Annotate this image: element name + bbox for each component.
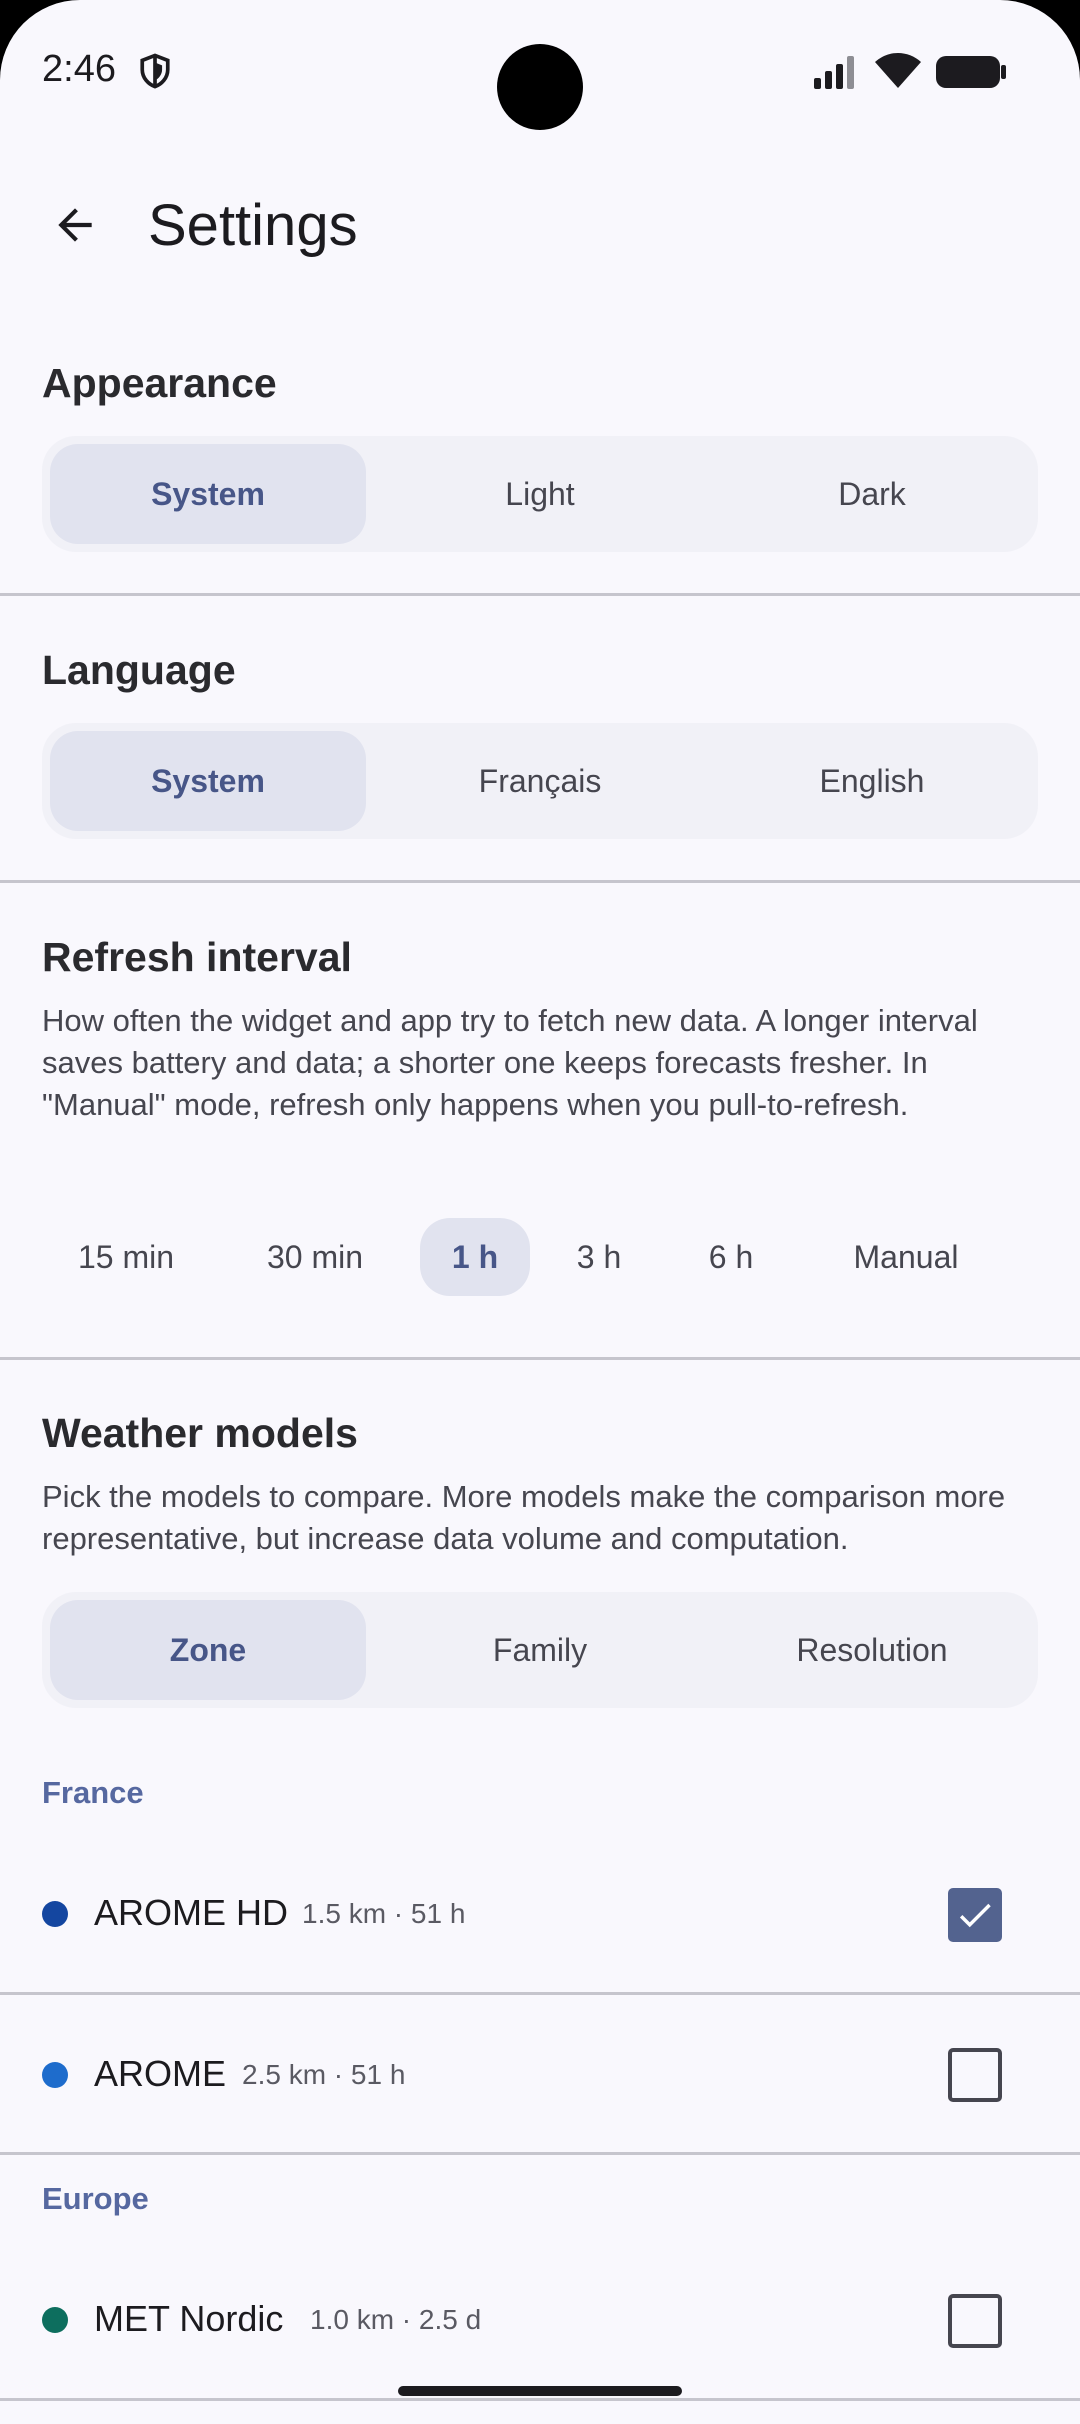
model-color-dot xyxy=(42,2307,68,2333)
divider xyxy=(0,880,1080,883)
model-checkbox[interactable] xyxy=(948,1888,1002,1942)
model-name: AROME HD xyxy=(94,1892,289,1933)
model-meta: 2.5 km · 51 h xyxy=(242,2059,406,2090)
page-title: Settings xyxy=(148,193,358,258)
model-row-arome[interactable]: AROME 2.5 km · 51 h xyxy=(0,2004,1080,2144)
model-meta: 1.0 km · 2.5 d xyxy=(310,2304,482,2335)
refresh-option-1h[interactable]: 1 h xyxy=(420,1218,530,1296)
model-checkbox[interactable] xyxy=(948,2294,1002,2348)
settings-screen: 2:46 Settings Appearance System Light Da… xyxy=(0,0,1080,2424)
refresh-option-15min[interactable]: 15 min xyxy=(42,1218,210,1296)
refresh-interval-options: 15 min 30 min 1 h 3 h 6 h Manual xyxy=(42,1218,1042,1296)
divider xyxy=(0,2398,1080,2401)
status-bar: 2:46 xyxy=(0,0,1080,140)
appearance-title: Appearance xyxy=(42,360,277,406)
refresh-option-30min[interactable]: 30 min xyxy=(228,1218,402,1296)
shield-icon xyxy=(140,53,170,89)
group-label-france: France xyxy=(42,1775,144,1810)
group-label-europe: Europe xyxy=(42,2181,149,2216)
grouping-option-zone[interactable]: Zone xyxy=(50,1600,366,1700)
refresh-option-3h[interactable]: 3 h xyxy=(552,1218,646,1296)
camera-cutout xyxy=(497,44,583,130)
divider xyxy=(0,1992,1080,1995)
language-option-english[interactable]: English xyxy=(714,731,1030,831)
model-color-dot xyxy=(42,2062,68,2088)
model-name: AROME xyxy=(94,2053,227,2094)
models-title: Weather models xyxy=(42,1410,358,1456)
signal-icon xyxy=(814,56,854,89)
grouping-option-family[interactable]: Family xyxy=(382,1600,698,1700)
model-name: MET Nordic xyxy=(94,2298,284,2339)
model-row-arome-hd[interactable]: AROME HD 1.5 km · 51 h xyxy=(0,1844,1080,1984)
divider xyxy=(0,2152,1080,2155)
refresh-description: How often the widget and app try to fetc… xyxy=(42,1003,978,1122)
wifi-icon xyxy=(875,53,921,88)
appearance-selector: System Light Dark xyxy=(42,436,1038,552)
check-icon xyxy=(959,1903,991,1928)
model-color-dot xyxy=(42,1901,68,1927)
model-checkbox[interactable] xyxy=(948,2048,1002,2102)
home-indicator[interactable] xyxy=(398,2386,682,2396)
status-time: 2:46 xyxy=(42,48,116,90)
divider xyxy=(0,1357,1080,1360)
refresh-option-6h[interactable]: 6 h xyxy=(684,1218,778,1296)
language-selector: System Français English xyxy=(42,723,1038,839)
language-option-system[interactable]: System xyxy=(50,731,366,831)
refresh-title: Refresh interval xyxy=(42,934,352,980)
language-title: Language xyxy=(42,647,236,693)
grouping-option-resolution[interactable]: Resolution xyxy=(714,1600,1030,1700)
model-meta: 1.5 km · 51 h xyxy=(302,1898,466,1929)
language-option-french[interactable]: Français xyxy=(382,731,698,831)
refresh-option-manual[interactable]: Manual xyxy=(832,1218,980,1296)
appearance-option-light[interactable]: Light xyxy=(382,444,698,544)
battery-icon xyxy=(936,56,1006,88)
appearance-option-dark[interactable]: Dark xyxy=(714,444,1030,544)
arrow-back-icon xyxy=(58,208,92,242)
models-description: Pick the models to compare. More models … xyxy=(42,1479,1006,1556)
appearance-option-system[interactable]: System xyxy=(50,444,366,544)
back-button[interactable] xyxy=(40,190,110,260)
model-row-met-nordic[interactable]: MET Nordic 1.0 km · 2.5 d xyxy=(0,2250,1080,2390)
models-grouping-selector: Zone Family Resolution xyxy=(42,1592,1038,1708)
divider xyxy=(0,593,1080,596)
